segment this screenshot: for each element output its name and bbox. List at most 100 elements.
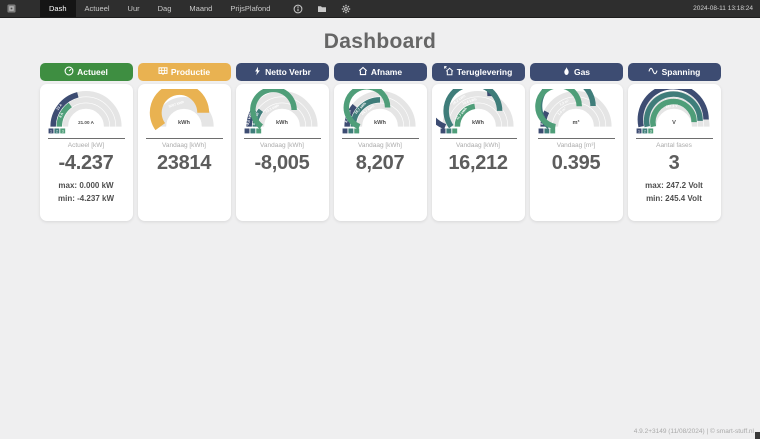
divider — [342, 138, 419, 139]
card-productie-body: 5007 kWhkWh Vandaag [kWh] 23814 — [138, 84, 231, 221]
home-icon — [358, 66, 368, 78]
svg-text:kWh: kWh — [472, 120, 484, 126]
card-spanning-body: 245.5 V246.8 V247.2 VV123 Aantal fases 3… — [628, 84, 721, 221]
card-max: max: 0.000 kW — [40, 181, 133, 190]
nav-tabs: Dash Actueel Uur Dag Maand PrijsPlafond — [40, 0, 279, 17]
card-label: Aantal fases — [628, 142, 721, 149]
divider — [440, 138, 517, 139]
card-max — [236, 181, 329, 189]
card-spanning-header[interactable]: Spanning — [628, 63, 721, 81]
settings-gear-icon[interactable] — [341, 4, 351, 14]
divider — [48, 138, 125, 139]
card-title: Productie — [171, 67, 210, 77]
card-gas-body: 0,4 m³1,2 m³1,0 m³m³ Vandaag [m³] 0.395 — [530, 84, 623, 221]
card-label: Vandaag [kWh] — [432, 142, 525, 149]
clock-timestamp: 2024-08-11 13:18:24 — [693, 5, 753, 12]
card-teruglevering-body: 16,2 kWh14,8 kWh11,7 kWhkWh Vandaag [kWh… — [432, 84, 525, 221]
divider — [538, 138, 615, 139]
card-title: Teruglevering — [457, 67, 513, 77]
card-max — [138, 181, 231, 189]
tab-uur[interactable]: Uur — [119, 0, 149, 17]
productie-gauge: 5007 kWhkWh — [142, 89, 226, 136]
card-afname[interactable]: Afname 8,2 kWh18,7 kWh24,7 kWhkWh Vandaa… — [334, 63, 427, 221]
card-value: 8,207 — [334, 152, 427, 175]
nav-icon-group — [293, 4, 351, 14]
card-actueel[interactable]: Actueel 13 A8 A21.00 A123 Actueel [kW] -… — [40, 63, 133, 221]
card-value: 0.395 — [530, 152, 623, 175]
tab-prijsplafond[interactable]: PrijsPlafond — [221, 0, 279, 17]
card-value: -8,005 — [236, 152, 329, 175]
divider — [244, 138, 321, 139]
netto-verbruik-gauge: -8,0 kWh5,3 kWh13,3 kWhkWh — [240, 89, 324, 136]
card-actueel-body: 13 A8 A21.00 A123 Actueel [kW] -4.237 ma… — [40, 84, 133, 221]
tab-maand[interactable]: Maand — [180, 0, 221, 17]
card-max — [432, 181, 525, 189]
info-icon[interactable] — [293, 4, 303, 14]
card-min — [432, 193, 525, 201]
page-title: Dashboard — [0, 30, 760, 54]
tab-dag[interactable]: Dag — [149, 0, 181, 17]
solar-panel-icon — [158, 66, 168, 78]
afname-gauge: 8,2 kWh18,7 kWh24,7 kWhkWh — [338, 89, 422, 136]
svg-text:21.00 A: 21.00 A — [78, 120, 94, 125]
card-label: Vandaag [kWh] — [236, 142, 329, 149]
svg-text:kWh: kWh — [276, 120, 288, 126]
meter-icon — [64, 66, 74, 78]
card-netto-verbruik-body: -8,0 kWh5,3 kWh13,3 kWhkWh Vandaag [kWh]… — [236, 84, 329, 221]
card-value: 3 — [628, 152, 721, 175]
card-spanning[interactable]: Spanning 245.5 V246.8 V247.2 VV123 Aanta… — [628, 63, 721, 221]
svg-text:kWh: kWh — [178, 120, 190, 126]
tab-dash[interactable]: Dash — [40, 0, 76, 17]
card-value: 16,212 — [432, 152, 525, 175]
svg-text:V: V — [672, 120, 676, 126]
card-title: Gas — [574, 67, 590, 77]
card-title: Spanning — [662, 67, 701, 77]
card-netto-verbruik-header[interactable]: Netto Verbr — [236, 63, 329, 81]
card-productie[interactable]: Productie 5007 kWhkWh Vandaag [kWh] 2381… — [138, 63, 231, 221]
card-label: Actueel [kW] — [40, 142, 133, 149]
card-gas-header[interactable]: Gas — [530, 63, 623, 81]
app-logo-icon[interactable] — [7, 4, 16, 13]
card-title: Afname — [371, 67, 402, 77]
card-value: -4.237 — [40, 152, 133, 175]
flame-icon — [562, 66, 571, 78]
card-teruglevering[interactable]: Teruglevering 16,2 kWh14,8 kWh11,7 kWhkW… — [432, 63, 525, 221]
sine-wave-icon — [648, 66, 659, 78]
card-max — [530, 181, 623, 189]
card-label: Vandaag [m³] — [530, 142, 623, 149]
card-afname-body: 8,2 kWh18,7 kWh24,7 kWhkWh Vandaag [kWh]… — [334, 84, 427, 221]
spanning-gauge: 245.5 V246.8 V247.2 VV123 — [632, 89, 716, 136]
divider — [146, 138, 223, 139]
lightning-icon — [253, 66, 262, 78]
card-productie-header[interactable]: Productie — [138, 63, 231, 81]
svg-text:2: 2 — [644, 129, 646, 133]
card-netto-verbruik[interactable]: Netto Verbr -8,0 kWh5,3 kWh13,3 kWhkWh V… — [236, 63, 329, 221]
teruglevering-gauge: 16,2 kWh14,8 kWh11,7 kWhkWh — [436, 89, 520, 136]
home-export-icon — [444, 66, 454, 78]
card-min — [334, 193, 427, 201]
card-min — [138, 193, 231, 201]
top-navbar: Dash Actueel Uur Dag Maand PrijsPlafond — [0, 0, 760, 18]
card-teruglevering-header[interactable]: Teruglevering — [432, 63, 525, 81]
folder-icon[interactable] — [317, 4, 327, 14]
svg-text:1: 1 — [50, 129, 52, 133]
card-min — [530, 193, 623, 201]
dashboard-app: Dash Actueel Uur Dag Maand PrijsPlafond — [0, 0, 760, 439]
card-actueel-header[interactable]: Actueel — [40, 63, 133, 81]
version-footer: 4.9.2+3149 (11/08/2024) | © smart-stuff.… — [634, 428, 754, 435]
card-afname-header[interactable]: Afname — [334, 63, 427, 81]
svg-text:3: 3 — [62, 129, 64, 133]
scrollbar-corner — [755, 432, 760, 439]
tab-actueel[interactable]: Actueel — [76, 0, 119, 17]
card-min — [236, 193, 329, 201]
svg-text:1: 1 — [638, 129, 640, 133]
actueel-gauge: 13 A8 A21.00 A123 — [44, 89, 128, 136]
gas-gauge: 0,4 m³1,2 m³1,0 m³m³ — [534, 89, 618, 136]
card-gas[interactable]: Gas 0,4 m³1,2 m³1,0 m³m³ Vandaag [m³] 0.… — [530, 63, 623, 221]
card-title: Actueel — [77, 67, 108, 77]
svg-text:kWh: kWh — [374, 120, 386, 126]
divider — [636, 138, 713, 139]
card-max: max: 247.2 Volt — [628, 181, 721, 190]
card-min: min: -4.237 kW — [40, 194, 133, 203]
card-title: Netto Verbr — [265, 67, 311, 77]
